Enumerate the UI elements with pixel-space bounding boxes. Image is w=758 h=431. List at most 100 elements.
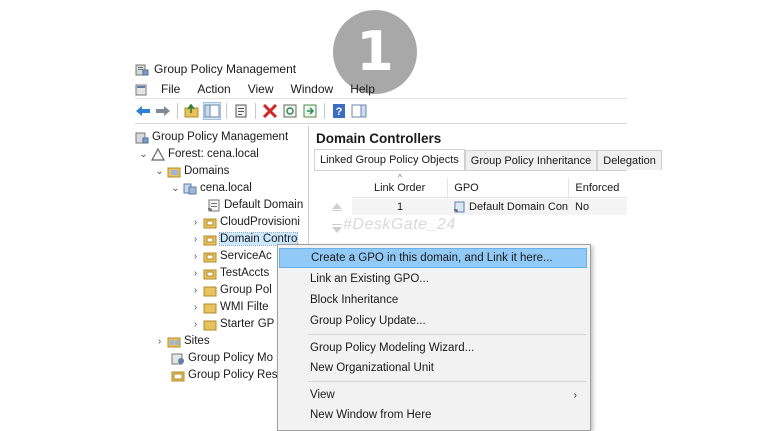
show-tree-icon[interactable] [203,102,221,120]
menu-label: View [310,389,335,401]
tree-label: WMI Filte [220,301,269,313]
refresh-icon[interactable] [282,103,298,119]
tree-item-cloudprovisioning[interactable]: › CloudProvisioni [191,214,308,230]
results-icon [171,371,185,381]
tree-label: TestAccts [220,267,270,279]
move-up-icon[interactable] [330,200,344,212]
tree-label: Group Policy Mo [188,352,274,364]
tree-label: Group Pol [220,284,272,296]
tab-delegation[interactable]: Delegation [597,150,662,170]
reorder-buttons [330,200,344,238]
tree-forest[interactable]: ⌄ Forest: cena.local [139,146,259,162]
menu-action[interactable]: Action [189,82,239,96]
column-enforced[interactable]: Enforced [569,178,627,197]
gpo-link-icon [454,201,465,213]
cell-gpo: Default Domain Con... [448,199,569,215]
context-menu: Create a GPO in this domain, and Link it… [277,244,591,431]
menu-group-policy-update[interactable]: Group Policy Update... [279,311,587,331]
tree-label: Group Policy Res [188,369,278,381]
tree-label: Forest: cena.local [168,148,259,160]
tree-label: CloudProvisioni [220,216,300,228]
chevron-right-icon[interactable]: › [191,217,200,228]
gpm-app-icon [135,64,149,75]
chevron-right-icon[interactable]: › [191,285,200,296]
tree-label: Group Policy Management [152,131,289,143]
menu-create-gpo-and-link[interactable]: Create a GPO in this domain, and Link it… [279,248,587,268]
export-icon[interactable] [302,103,318,119]
up-folder-icon[interactable] [184,103,200,119]
chevron-right-icon[interactable]: › [155,336,164,347]
back-icon[interactable] [135,103,151,119]
divider [314,170,627,171]
tab-linked-gpos[interactable]: Linked Group Policy Objects [314,149,465,170]
folder-icon [203,303,217,313]
domain-icon [183,183,197,194]
tree-domains[interactable]: ⌄ Domains [155,163,229,179]
menu-modeling-wizard[interactable]: Group Policy Modeling Wizard... [279,338,587,358]
gpo-link-icon [208,199,220,211]
tree-domain[interactable]: ⌄ cena.local [171,180,252,196]
menu-block-inheritance[interactable]: Block Inheritance [279,290,587,310]
watermark: #DeskGate_24 [343,216,456,233]
column-link-order[interactable]: ^ Link Order [352,173,449,197]
tree-item-default-domain[interactable]: Default Domain [207,197,307,213]
ou-folder-icon [203,235,217,245]
forward-icon[interactable] [155,103,171,119]
window-title: Group Policy Management [154,62,297,76]
cell-link-order: 1 [396,201,404,213]
menu-new-ou[interactable]: New Organizational Unit [279,358,587,378]
tree-root[interactable]: Group Policy Management [135,129,288,145]
tree-sites[interactable]: › Sites [155,333,210,349]
chevron-down-icon[interactable]: ⌄ [139,149,148,160]
sites-icon [167,337,181,347]
gpo-name: Default Domain Con... [469,201,569,213]
table-header: ^ Link Order GPO Enforced [352,173,627,198]
menu-help[interactable]: Help [342,82,384,96]
tree-label: Sites [184,335,210,347]
chevron-down-icon[interactable]: ⌄ [155,166,164,177]
gpm-icon [135,132,149,143]
menu-window[interactable]: Window [283,82,343,96]
delete-icon[interactable] [262,103,278,119]
tree-label: Default Domain [224,199,304,211]
divider [135,98,627,99]
toolbar-separator [324,103,325,119]
chevron-right-icon[interactable]: › [191,268,200,279]
chevron-right-icon[interactable]: › [191,234,200,245]
menu-bar: File Action View Window Help [135,80,384,98]
forest-icon [151,147,165,161]
toolbar: ? [135,101,627,121]
chevron-right-icon[interactable]: › [191,302,200,313]
sort-asc-icon: ^ [398,173,402,182]
column-gpo[interactable]: GPO [448,178,570,197]
console-icon[interactable] [135,83,149,96]
chevron-down-icon[interactable]: ⌄ [171,183,180,194]
chevron-right-icon[interactable]: › [191,319,200,330]
tab-strip: Linked Group Policy Objects Group Policy… [314,149,662,170]
tree-label: ServiceAc [220,250,272,262]
menu-link-existing-gpo[interactable]: Link an Existing GPO... [279,269,587,289]
chevron-right-icon[interactable]: › [191,251,200,262]
show-pane-icon[interactable] [351,103,367,119]
tab-inheritance[interactable]: Group Policy Inheritance [464,150,598,170]
folder-icon [203,320,217,330]
menu-view[interactable]: View › [279,385,587,405]
column-label: Enforced [575,181,620,194]
table-row[interactable]: 1 Default Domain Con... No [352,199,627,215]
properties-icon[interactable] [233,103,249,119]
menu-new-window[interactable]: New Window from Here [279,405,587,425]
move-down-icon[interactable] [330,223,344,235]
menu-file[interactable]: File [153,82,189,96]
domains-folder-icon [167,167,181,177]
column-label: GPO [454,181,479,194]
submenu-arrow-icon: › [573,389,577,401]
menu-separator [308,334,586,335]
help-icon[interactable]: ? [331,103,347,119]
divider [135,123,627,124]
folder-icon [203,286,217,296]
window-titlebar: Group Policy Management [135,60,296,78]
toolbar-separator [177,103,178,119]
toolbar-separator [255,103,256,119]
menu-view[interactable]: View [240,82,283,96]
cell-enforced: No [575,201,590,213]
